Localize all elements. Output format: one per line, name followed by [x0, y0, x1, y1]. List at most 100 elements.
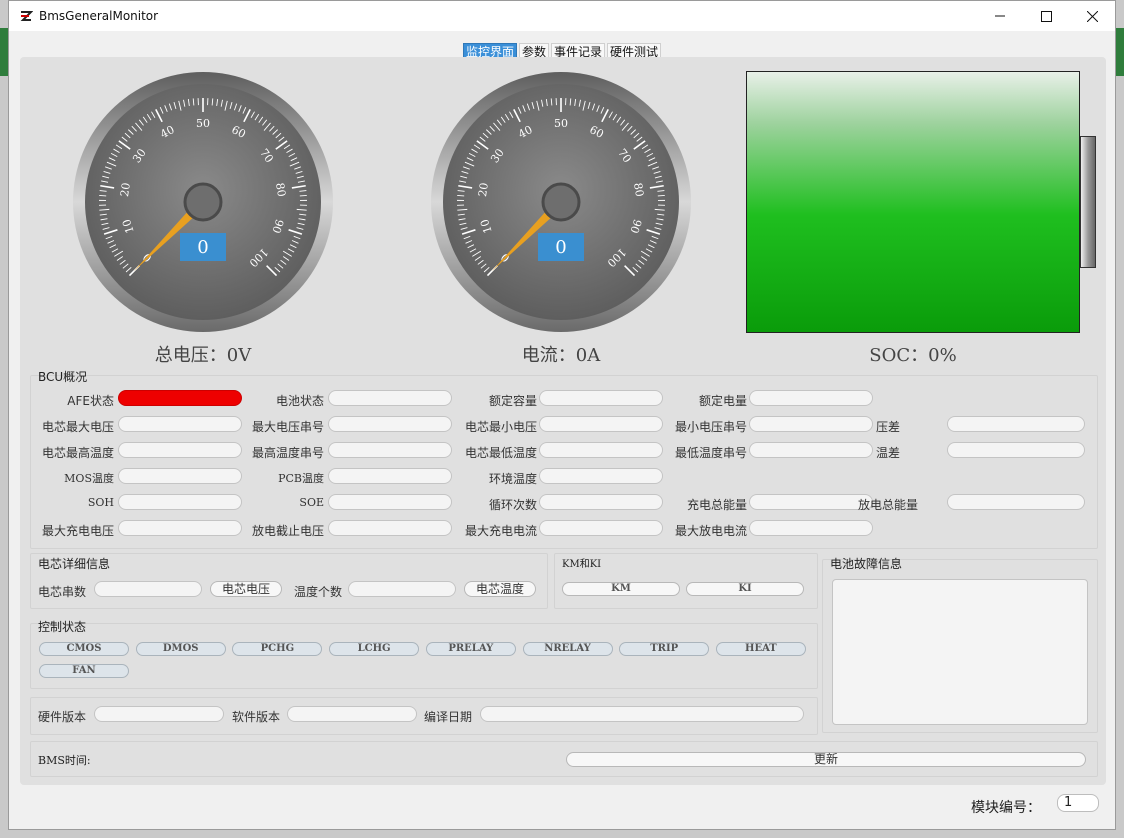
sw-version-label: 软件版本: [231, 710, 280, 724]
bcu-value-field[interactable]: [539, 520, 663, 536]
gauge-tick-label: 50: [196, 117, 210, 130]
bcu-value-field[interactable]: [118, 390, 242, 406]
bcu-value-field[interactable]: [539, 416, 663, 432]
bcu-value-field[interactable]: [328, 494, 452, 510]
bcu-value-field[interactable]: [539, 442, 663, 458]
bcu-value-field[interactable]: [947, 416, 1085, 432]
gauge-tick-label: 20: [118, 182, 133, 198]
bcu-label: 电芯最高温度: [41, 446, 114, 460]
bcu-value-field[interactable]: [539, 468, 663, 484]
maximize-icon: [1040, 10, 1052, 22]
control-status-lchg: LCHG: [329, 642, 420, 656]
bcu-value-field[interactable]: [118, 442, 242, 458]
temp-count-label: 温度个数: [293, 585, 342, 599]
control-status-nrelay: NRELAY: [522, 642, 613, 656]
bcu-value-field[interactable]: [947, 494, 1085, 510]
bcu-label: 充电总能量: [686, 498, 747, 512]
bcu-label: 放电截止电压: [251, 524, 324, 538]
current-caption: 电流：0A: [521, 345, 601, 366]
bcu-label: 最大电压串号: [251, 420, 324, 434]
battery-terminal: [1080, 136, 1096, 268]
cell-temp-button[interactable]: 电芯温度: [464, 581, 536, 597]
bcu-label: 放电总能量: [857, 498, 918, 512]
gauge-tick-label: 50: [554, 117, 568, 130]
bcu-label: PCB温度: [278, 472, 324, 485]
gauge-hub: [183, 182, 223, 222]
control-status-group: [30, 623, 818, 689]
control-status-title: 控制状态: [38, 620, 87, 634]
bcu-label: 电芯最小电压: [464, 420, 537, 434]
bcu-value-field[interactable]: [539, 494, 663, 510]
bcu-label: AFE状态: [67, 394, 114, 408]
minimize-button[interactable]: [977, 1, 1023, 31]
close-button[interactable]: [1069, 1, 1115, 31]
bcu-label: 最大放电电流: [674, 524, 747, 538]
bcu-value-field[interactable]: [328, 520, 452, 536]
gauge-value-text: 0: [555, 237, 566, 258]
cell-count-label: 电芯串数: [37, 585, 86, 599]
bcu-label: SOE: [299, 496, 324, 509]
minimize-icon: [995, 15, 1005, 17]
app-window: BmsGeneralMonitor 监控界面 参数 事件记录 硬件测试 0102…: [8, 0, 1116, 830]
bcu-label: 电芯最大电压: [41, 420, 114, 434]
soc-caption: SOC：0%: [869, 345, 957, 366]
bcu-value-field[interactable]: [118, 468, 242, 484]
bcu-label: 最高温度串号: [251, 446, 324, 460]
control-status-trip: TRIP: [619, 642, 710, 656]
bcu-value-field[interactable]: [539, 390, 663, 406]
bcu-value-field[interactable]: [749, 390, 873, 406]
bcu-value-field[interactable]: [328, 468, 452, 484]
bcu-value-field[interactable]: [328, 390, 452, 406]
module-number-label: 模块编号：: [971, 800, 1041, 816]
build-date-field[interactable]: [480, 706, 804, 722]
control-status-fan: FAN: [39, 664, 129, 678]
current-gauge: 01020304050607080901000: [431, 72, 691, 332]
bcu-label: 电芯最低温度: [464, 446, 537, 460]
window-title: BmsGeneralMonitor: [39, 9, 159, 23]
bcu-value-field[interactable]: [118, 416, 242, 432]
module-number-spinbox[interactable]: 1: [1057, 794, 1099, 812]
bcu-value-field[interactable]: [328, 416, 452, 432]
bcu-label: 循环次数: [488, 498, 537, 512]
bcu-label: 环境温度: [488, 472, 537, 486]
title-bar: BmsGeneralMonitor: [9, 1, 1115, 31]
cell-count-field[interactable]: [94, 581, 202, 597]
control-status-prelay: PRELAY: [425, 642, 516, 656]
gauge-value-text: 0: [197, 237, 208, 258]
km-button[interactable]: KM: [562, 582, 680, 596]
monitor-panel: 01020304050607080901000 总电压：0V 010203040…: [20, 57, 1106, 785]
gauge-tick-label: 80: [631, 182, 646, 198]
close-icon: [1086, 10, 1098, 22]
fault-info-box: [832, 579, 1088, 725]
voltage-caption: 总电压：0V: [154, 345, 252, 366]
bcu-value-field[interactable]: [118, 494, 242, 510]
background-app-edge: [0, 28, 8, 76]
ki-button[interactable]: KI: [686, 582, 804, 596]
bcu-label: 最小电压串号: [674, 420, 747, 434]
maximize-button[interactable]: [1023, 1, 1069, 31]
bcu-label: 最低温度串号: [674, 446, 747, 460]
bcu-value-field[interactable]: [118, 520, 242, 536]
control-status-cmos: CMOS: [39, 642, 129, 656]
update-time-button[interactable]: 更新: [566, 752, 1086, 767]
gauge-tick-label: 80: [273, 182, 288, 198]
bcu-label: 最大充电电压: [41, 524, 114, 538]
km-ki-title: KM和KI: [562, 559, 602, 570]
app-logo-icon: [20, 11, 33, 21]
build-date-label: 编译日期: [423, 710, 472, 724]
bcu-value-field[interactable]: [947, 442, 1085, 458]
control-status-pchg: PCHG: [232, 642, 323, 656]
battery-soc-indicator: [746, 71, 1080, 333]
bcu-label: 电池状态: [275, 394, 324, 408]
temp-count-field[interactable]: [348, 581, 456, 597]
bcu-label: 最大充电电流: [464, 524, 537, 538]
voltage-gauge: 01020304050607080901000: [73, 72, 333, 332]
control-status-heat: HEAT: [715, 642, 806, 656]
bcu-value-field[interactable]: [749, 520, 873, 536]
hw-version-label: 硬件版本: [37, 710, 86, 724]
control-status-dmos: DMOS: [135, 642, 226, 656]
bcu-value-field[interactable]: [328, 442, 452, 458]
bcu-label: 额定电量: [698, 394, 747, 408]
bcu-label: SOH: [87, 496, 114, 509]
bcu-label: 温差: [875, 446, 900, 460]
